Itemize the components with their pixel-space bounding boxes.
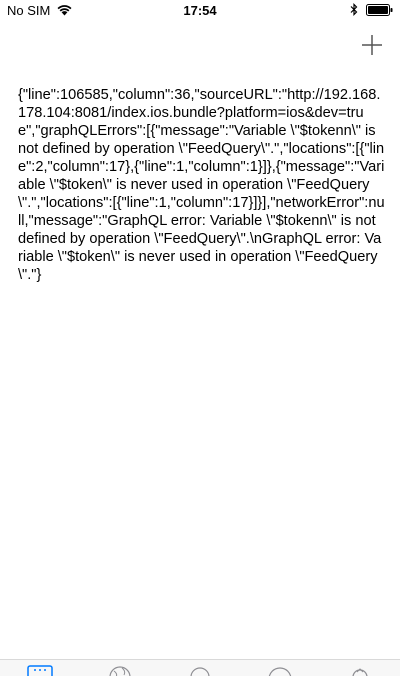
status-time: 17:54 [183, 3, 217, 18]
tab-circle[interactable] [187, 665, 213, 676]
bluetooth-icon [350, 3, 358, 16]
tab-profile[interactable] [347, 665, 373, 676]
globe-icon [109, 666, 131, 676]
profile-icon [352, 668, 368, 676]
tab-arc[interactable] [267, 665, 293, 676]
feed-icon [27, 665, 53, 676]
tab-globe[interactable] [107, 665, 133, 676]
tab-feed[interactable] [27, 665, 53, 676]
status-bar: No SIM 17:54 [0, 0, 400, 24]
arc-icon [268, 667, 292, 676]
tab-bar [0, 659, 400, 676]
battery-icon [366, 4, 393, 16]
plus-icon [362, 35, 382, 55]
circle-icon [190, 667, 210, 676]
error-message: {"line":106585,"column":36,"sourceURL":"… [18, 87, 385, 283]
add-button[interactable] [358, 31, 386, 59]
